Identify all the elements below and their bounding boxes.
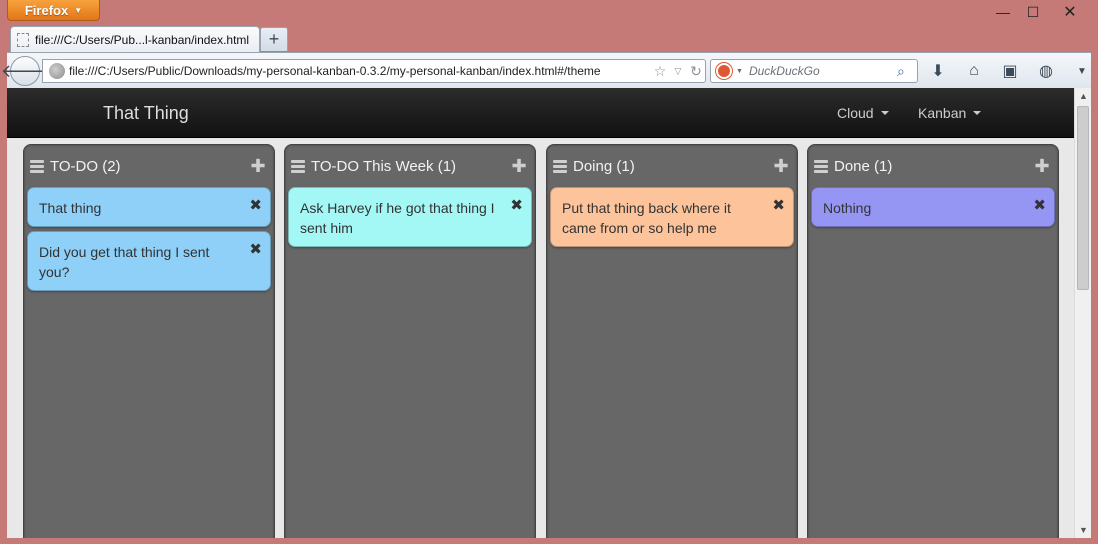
tab-title: file:///C:/Users/Pub...l-kanban/index.ht… [35,32,250,47]
duckduckgo-icon[interactable] [716,63,732,79]
window-titlebar: Firefox ▼ — ☐ ✕ [0,0,1098,26]
column-title: TO-DO (2) [50,157,121,175]
column-header: TO-DO This Week (1) ✚ [285,155,535,177]
card[interactable]: Put that thing back where it came from o… [550,187,794,247]
column-header: TO-DO (2) ✚ [24,155,274,177]
column-settings-icon[interactable] [30,159,44,173]
column-settings-icon[interactable] [814,159,828,173]
column-header: Done (1) ✚ [808,155,1058,177]
card-text: Ask Harvey if he got that thing I sent h… [300,200,495,236]
caret-down-icon [973,111,982,115]
column-doing: Doing (1) ✚ Put that thing back where it… [546,144,798,538]
scroll-up-arrow-icon[interactable]: ▲ [1075,88,1092,104]
window-controls: — ☐ ✕ [988,2,1092,22]
delete-card-icon[interactable]: ✖ [510,196,523,216]
card[interactable]: Nothing ✖ [811,187,1055,227]
column-settings-icon[interactable] [553,159,567,173]
search-placeholder: DuckDuckGo [748,64,820,78]
maximize-button[interactable]: ☐ [1018,2,1048,22]
cloud-menu[interactable]: Cloud [837,105,889,121]
url-text: file:///C:/Users/Public/Downloads/my-per… [69,64,601,78]
page-icon [17,32,29,47]
chevron-down-icon[interactable]: ▼ [736,68,743,75]
card[interactable]: Ask Harvey if he got that thing I sent h… [288,187,532,247]
bookmark-star-icon[interactable]: ☆ [651,63,669,80]
firefox-menu-label: Firefox [24,2,69,18]
search-bar[interactable]: ▼ DuckDuckGo ⌕ [710,59,918,83]
add-card-button[interactable]: ✚ [1032,156,1052,177]
reload-icon[interactable]: ↻ [687,63,705,80]
firefox-menu-button[interactable]: Firefox ▼ [7,0,100,21]
toolbar-icons: ⬇ ⌂ ▣ ◍ ▼ [925,59,1095,83]
page-scrollbar[interactable]: ▲ ▼ [1074,88,1091,538]
delete-card-icon[interactable]: ✖ [249,240,262,260]
card[interactable]: Did you get that thing I sent you? ✖ [27,231,271,291]
card-text: Did you get that thing I sent you? [39,244,210,280]
kanban-menu[interactable]: Kanban [918,105,982,121]
addon-globe-icon[interactable]: ◍ [1033,59,1059,83]
column-settings-icon[interactable] [291,159,305,173]
card-text: Nothing [823,200,872,216]
download-icon[interactable]: ⬇ [925,59,951,83]
column-done: Done (1) ✚ Nothing ✖ [807,144,1059,538]
column-title: Done (1) [834,157,893,175]
minimize-button[interactable]: — [988,2,1018,22]
kanban-menu-label: Kanban [918,105,967,121]
card-text: That thing [39,200,102,216]
tab-kanban[interactable]: file:///C:/Users/Pub...l-kanban/index.ht… [10,26,260,52]
browser-toolbar: 🡐 file:///C:/Users/Public/Downloads/my-p… [1,52,1091,88]
app-brand[interactable]: That Thing [103,103,189,124]
card[interactable]: That thing ✖ [27,187,271,227]
chevron-down-icon: ▼ [74,5,83,15]
new-tab-button[interactable]: + [260,27,288,51]
search-icon[interactable]: ⌕ [897,63,917,80]
column-title: Doing (1) [573,157,635,175]
card-text: Put that thing back where it came from o… [562,200,731,236]
cloud-menu-label: Cloud [837,105,874,121]
globe-icon [49,63,65,79]
scroll-down-arrow-icon[interactable]: ▼ [1075,522,1092,538]
delete-card-icon[interactable]: ✖ [772,196,785,216]
kanban-board: TO-DO (2) ✚ That thing ✖ Did you get tha… [7,139,1074,538]
column-title: TO-DO This Week (1) [311,157,457,175]
caret-down-icon [880,111,889,115]
app-navbar: That Thing Cloud Kanban [7,88,1074,138]
delete-card-icon[interactable]: ✖ [1033,196,1046,216]
history-dropdown-icon[interactable]: ▽ [669,66,687,77]
close-window-button[interactable]: ✕ [1048,2,1092,22]
tab-strip: file:///C:/Users/Pub...l-kanban/index.ht… [0,26,1098,52]
add-card-button[interactable]: ✚ [771,156,791,177]
column-header: Doing (1) ✚ [547,155,797,177]
scrollbar-thumb[interactable] [1077,106,1089,290]
column-todo-this-week: TO-DO This Week (1) ✚ Ask Harvey if he g… [284,144,536,538]
bookmarks-icon[interactable]: ▣ [997,59,1023,83]
add-card-button[interactable]: ✚ [509,156,529,177]
back-button[interactable]: 🡐 [1,56,49,86]
address-bar[interactable]: file:///C:/Users/Public/Downloads/my-per… [42,59,706,83]
delete-card-icon[interactable]: ✖ [249,196,262,216]
home-icon[interactable]: ⌂ [961,59,987,83]
column-todo: TO-DO (2) ✚ That thing ✖ Did you get tha… [23,144,275,538]
page-viewport: That Thing Cloud Kanban TO-DO (2) ✚ That… [7,88,1074,538]
overflow-menu-icon[interactable]: ▼ [1069,59,1095,83]
add-card-button[interactable]: ✚ [248,156,268,177]
